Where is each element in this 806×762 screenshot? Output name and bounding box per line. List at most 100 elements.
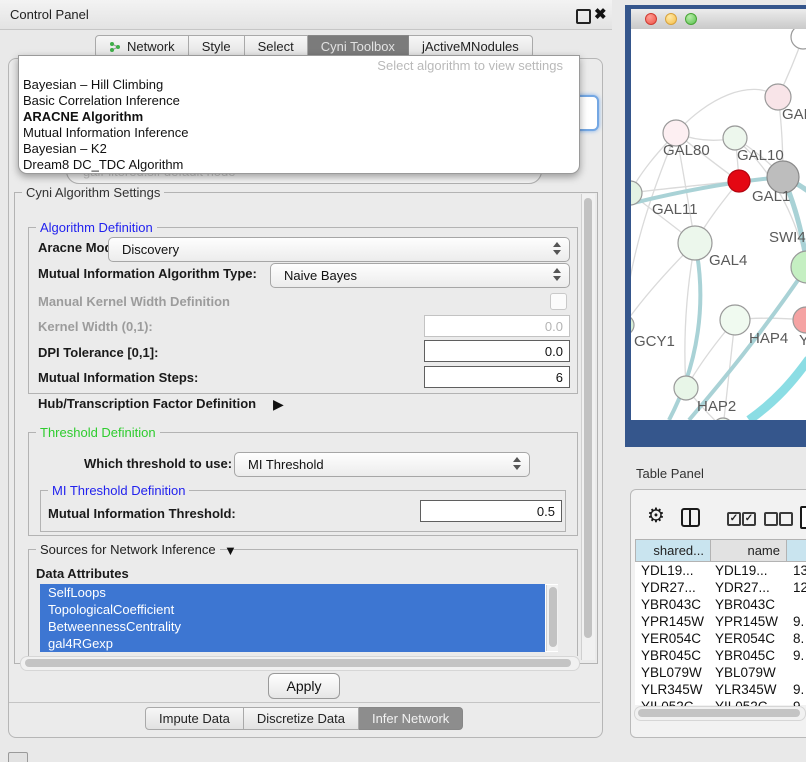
hub-definition-label: Hub/Transcription Factor Definition <box>38 396 256 411</box>
attribute-item[interactable]: BetweennessCentrality <box>40 618 545 635</box>
node-gcy1[interactable] <box>631 315 634 335</box>
node-label: GAL1 <box>752 188 790 205</box>
manual-kernel-label: Manual Kernel Width Definition <box>38 294 230 309</box>
scrollbar-thumb[interactable] <box>584 198 592 638</box>
algorithm-option[interactable]: Bayesian – Hill Climbing <box>23 77 575 93</box>
dropdown-prompt: Select algorithm to view settings <box>19 58 563 73</box>
algorithm-option[interactable]: Dream8 DC_TDC Algorithm <box>23 157 575 173</box>
window-title: Control Panel <box>10 7 89 22</box>
table-row[interactable]: YDL19... YDL19... 13 <box>635 562 806 579</box>
attribute-item[interactable]: SelfLoops <box>40 584 545 601</box>
network-nodes <box>631 29 806 420</box>
mi-steps-input[interactable] <box>425 367 569 387</box>
scrollbar-thumb[interactable] <box>25 659 571 667</box>
node-label: HAP2 <box>697 398 736 415</box>
tab-infer-network[interactable]: Infer Network <box>359 707 463 730</box>
collapse-down-icon[interactable]: ▼ <box>224 543 237 558</box>
kernel-width-field[interactable] <box>424 315 570 337</box>
node-hap4[interactable] <box>720 305 750 335</box>
which-threshold-value: MI Threshold <box>248 457 324 472</box>
settings-horizontal-scrollbar[interactable] <box>20 656 580 671</box>
select-all-checkbox-icon[interactable]: ✓ <box>742 512 756 526</box>
node-hap2[interactable] <box>674 376 698 400</box>
kernel-width-input[interactable] <box>425 316 569 336</box>
node-label: GAL <box>782 106 806 123</box>
tab-discretize-data[interactable]: Discretize Data <box>244 707 359 730</box>
node-label: GAL11 <box>652 201 698 218</box>
dpi-tolerance-input[interactable] <box>425 341 569 361</box>
attribute-item[interactable]: gal4RGexp <box>40 635 545 652</box>
table-horizontal-scrollbar[interactable] <box>634 706 806 721</box>
mi-type-label: Mutual Information Algorithm Type: <box>38 266 257 281</box>
stepper-icon <box>553 268 562 281</box>
algorithm-option[interactable]: Bayesian – K2 <box>23 141 575 157</box>
mi-threshold-field[interactable] <box>420 500 562 522</box>
column-view-icon[interactable] <box>681 508 700 527</box>
algorithm-option[interactable]: Mutual Information Inference <box>23 125 575 141</box>
apply-button[interactable]: Apply <box>268 673 340 699</box>
data-attributes-label: Data Attributes <box>36 566 129 581</box>
table-row[interactable]: YBR045C YBR045C 9. <box>635 647 806 664</box>
node-gal1-selected[interactable] <box>728 170 750 192</box>
scrollbar-thumb[interactable] <box>549 587 557 647</box>
manual-kernel-checkbox[interactable] <box>550 293 567 310</box>
bottom-tab-bar: Impute Data Discretize Data Infer Networ… <box>145 707 463 730</box>
column-header-partial[interactable] <box>786 539 806 562</box>
dock-panel-icon[interactable] <box>8 752 28 762</box>
table-row[interactable]: YER054C YER054C 8. <box>635 630 806 647</box>
node-label: HAP4 <box>749 330 788 347</box>
sources-title: Sources for Network Inference <box>36 542 220 557</box>
network-canvas[interactable]: GAL GAL80 GAL10 GAL1 GAL11 SWI4 GAL4 GCY… <box>631 29 806 420</box>
deselect-all-checkbox-icon[interactable] <box>764 512 778 526</box>
table-row[interactable]: YPR145W YPR145W 9. <box>635 613 806 630</box>
table-row[interactable]: YBR043C YBR043C <box>635 596 806 613</box>
screen: Control Panel ✖ Network Style Select Cyn… <box>0 0 806 762</box>
column-header-name[interactable]: name <box>710 539 787 562</box>
scrollbar-thumb[interactable] <box>638 709 800 717</box>
stepper-icon <box>513 457 522 470</box>
panel-divider <box>9 702 600 703</box>
node-pink[interactable] <box>793 307 806 333</box>
column-header-shared-name[interactable]: shared... <box>635 539 711 562</box>
algorithm-dropdown-popup: Select algorithm to view settings Bayesi… <box>18 55 580 174</box>
table-panel-title: Table Panel <box>636 466 704 481</box>
zoom-traffic-light[interactable] <box>685 13 697 25</box>
algorithm-option[interactable]: Basic Correlation Inference <box>23 93 575 109</box>
aracne-mode-value: Discovery <box>122 242 179 257</box>
node[interactable] <box>713 418 733 420</box>
stepper-icon <box>553 242 562 255</box>
expand-right-icon[interactable]: ▶ <box>273 396 284 413</box>
aracne-mode-combo[interactable]: Discovery <box>108 237 570 262</box>
settings-vertical-scrollbar[interactable] <box>581 194 595 660</box>
mi-threshold-input[interactable] <box>421 501 561 521</box>
attribute-item[interactable]: TopologicalCoefficient <box>40 601 545 618</box>
which-threshold-combo[interactable]: MI Threshold <box>234 452 530 477</box>
table-row[interactable]: YDR27... YDR27... 12 <box>635 579 806 596</box>
mi-threshold-label: Mutual Information Threshold: <box>48 506 236 521</box>
algorithm-option-selected[interactable]: ARACNE Algorithm <box>23 109 575 125</box>
node-gal4[interactable] <box>678 226 712 260</box>
select-all-checkbox-icon[interactable]: ✓ <box>727 512 741 526</box>
mi-steps-field[interactable] <box>424 366 570 388</box>
float-window-icon[interactable] <box>576 9 591 24</box>
close-traffic-light[interactable] <box>645 13 657 25</box>
attribute-list-scrollbar[interactable] <box>546 585 558 651</box>
table-row-clipped[interactable]: YIL052C YIL052C 9 <box>635 698 806 706</box>
table-row[interactable]: YLR345W YLR345W 9. <box>635 681 806 698</box>
table-row[interactable]: YBL079W YBL079W <box>635 664 806 681</box>
minimize-traffic-light[interactable] <box>665 13 677 25</box>
node-label: GAL4 <box>709 252 747 269</box>
close-icon[interactable]: ✖ <box>594 5 607 23</box>
deselect-all-checkbox-icon[interactable] <box>779 512 793 526</box>
which-threshold-label: Which threshold to use: <box>84 456 232 471</box>
mi-type-value: Naive Bayes <box>284 268 357 283</box>
node-swi4[interactable] <box>791 251 806 283</box>
dpi-tolerance-field[interactable] <box>424 340 570 362</box>
document-icon[interactable] <box>800 506 806 529</box>
network-edge-highlight <box>749 359 806 420</box>
gear-icon[interactable]: ⚙ <box>647 503 665 528</box>
tab-impute-data[interactable]: Impute Data <box>145 707 244 730</box>
algorithm-definition-title: Algorithm Definition <box>36 220 157 235</box>
node[interactable] <box>791 29 806 49</box>
mi-type-combo[interactable]: Naive Bayes <box>270 263 570 288</box>
